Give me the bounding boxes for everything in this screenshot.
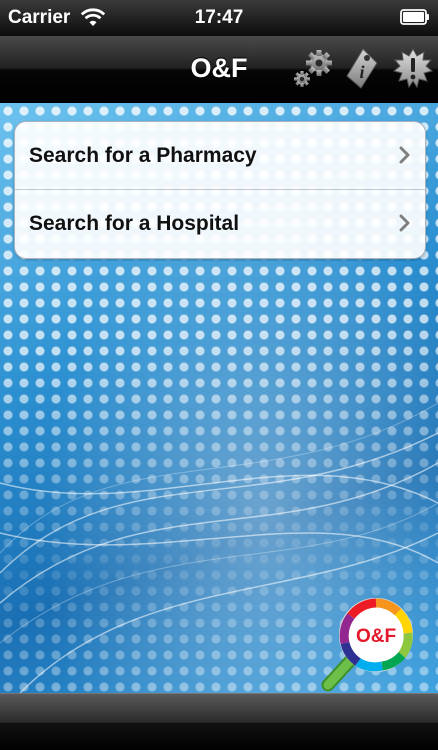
chevron-right-icon	[399, 146, 410, 164]
logo-text: O&F	[356, 626, 396, 647]
info-tag-icon[interactable]: i	[343, 46, 383, 92]
settings-gear-icon[interactable]	[290, 46, 336, 92]
app-screen: Carrier 17:47 O&F i Search for a Pharmac…	[0, 0, 438, 750]
bottom-toolbar	[0, 693, 438, 750]
search-pharmacy-row[interactable]: Search for a Pharmacy	[15, 122, 425, 189]
search-hospital-label: Search for a Hospital	[29, 211, 240, 235]
status-time: 17:47	[194, 7, 244, 28]
magnifier-logo-icon: O&F	[321, 598, 413, 692]
search-hospital-row[interactable]: Search for a Hospital	[15, 189, 425, 257]
navigation-bar: O&F i	[0, 36, 438, 103]
search-pharmacy-label: Search for a Pharmacy	[29, 143, 257, 167]
svg-text:i: i	[359, 62, 364, 82]
search-menu-group: Search for a Pharmacy Search for a Hospi…	[14, 121, 426, 259]
alert-badge-icon[interactable]	[391, 46, 435, 92]
chevron-right-icon	[399, 214, 410, 232]
battery-icon	[400, 9, 429, 25]
status-bar: Carrier 17:47	[0, 0, 438, 36]
